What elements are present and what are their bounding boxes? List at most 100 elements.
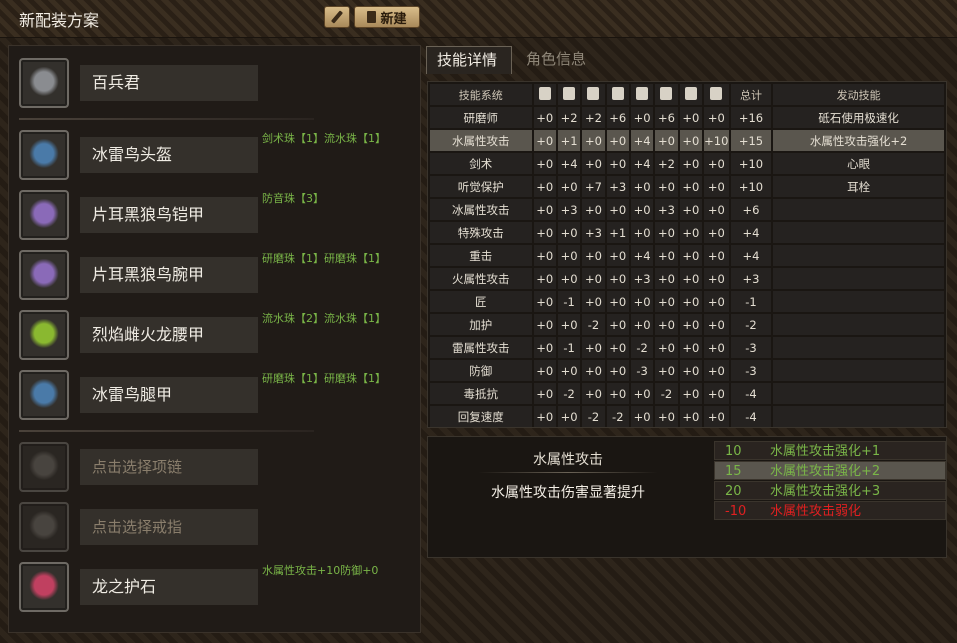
equipment-icon-frame[interactable]: [19, 130, 69, 180]
skill-point-cell: +0: [679, 107, 702, 128]
table-row[interactable]: 毒抵抗 +0 -2 +0 +0 +0 -2 +0 +0 -4: [430, 383, 944, 404]
equipment-name[interactable]: 冰雷鸟头盔: [80, 137, 258, 173]
skill-name-cell: 防御: [430, 360, 532, 381]
skill-point-cell: +0: [533, 107, 556, 128]
equipment-slot[interactable]: 片耳黑狼鸟腕甲 研磨珠【1】研磨珠【1】: [19, 250, 419, 300]
table-row[interactable]: 特殊攻击 +0 +0 +3 +1 +0 +0 +0 +0 +4: [430, 222, 944, 243]
equipment-slot[interactable]: 点击选择戒指: [19, 502, 419, 552]
skill-name-cell: 雷属性攻击: [430, 337, 532, 358]
skill-point-cell: +0: [655, 268, 678, 289]
new-button[interactable]: 新建: [354, 6, 420, 28]
table-row[interactable]: 水属性攻击 +0 +1 +0 +0 +4 +0 +0 +10 +15 水属性攻击强化+2: [430, 130, 944, 151]
equipment-icon-frame[interactable]: [19, 310, 69, 360]
equipment-name[interactable]: 片耳黑狼鸟铠甲: [80, 197, 258, 233]
equipment-name[interactable]: 龙之护石: [80, 569, 258, 605]
skill-detail-description: 水属性攻击伤害显著提升: [491, 485, 645, 501]
skill-point-cell: +0: [533, 314, 556, 335]
equipment-slot[interactable]: 冰雷鸟腿甲 研磨珠【1】研磨珠【1】: [19, 370, 419, 420]
header-total: 总计: [730, 84, 772, 105]
skill-point-cell: +0: [630, 222, 654, 243]
equipment-name[interactable]: 烈焰雌火龙腰甲: [80, 317, 258, 353]
page-title: 新配装方案: [19, 11, 100, 30]
skill-point-cell: +0: [606, 130, 629, 151]
table-row[interactable]: 重击 +0 +0 +0 +0 +4 +0 +0 +0 +4: [430, 245, 944, 266]
equipment-slot[interactable]: 龙之护石 水属性攻击+10防御+0: [19, 562, 419, 612]
weapon-icon: [538, 86, 551, 100]
table-row[interactable]: 研磨师 +0 +2 +2 +6 +0 +6 +0 +0 +16 砥石使用极速化: [430, 107, 944, 128]
tab-character-info[interactable]: 角色信息: [516, 46, 596, 74]
total-cell: +4: [730, 222, 772, 243]
active-skill-cell: [773, 291, 944, 312]
equipment-name[interactable]: 冰雷鸟腿甲: [80, 377, 258, 413]
skill-point-cell: +4: [630, 245, 654, 266]
chest-icon: [587, 86, 600, 100]
decoration-text: 水属性攻击+10防御+0: [262, 564, 379, 577]
tab-skill-details[interactable]: 技能详情: [426, 46, 512, 74]
total-cell: -4: [730, 406, 772, 427]
equipment-name[interactable]: 点击选择项链: [80, 449, 258, 485]
skill-point-cell: +0: [557, 176, 581, 197]
equipment-slot[interactable]: 点击选择项链: [19, 442, 419, 492]
skill-point-cell: +0: [533, 130, 556, 151]
active-skill-cell: [773, 222, 944, 243]
level-effect: 水属性攻击弱化: [770, 504, 862, 519]
equipment-icon-frame[interactable]: [19, 442, 69, 492]
table-row[interactable]: 回复速度 +0 +0 -2 -2 +0 +0 +0 +0 -4: [430, 406, 944, 427]
table-row[interactable]: 听觉保护 +0 +0 +7 +3 +0 +0 +0 +0 +10 耳栓: [430, 176, 944, 197]
divider: [478, 472, 658, 473]
skill-point-cell: +0: [703, 199, 729, 220]
decoration-text: 研磨珠【1】研磨珠【1】: [262, 252, 386, 265]
equipment-icon-frame[interactable]: [19, 370, 69, 420]
equipment-slot[interactable]: 片耳黑狼鸟铠甲 防音珠【3】: [19, 190, 419, 240]
skill-point-cell: +0: [703, 176, 729, 197]
equipment-name[interactable]: 点击选择戒指: [80, 509, 258, 545]
skill-point-cell: +0: [557, 222, 581, 243]
skill-point-cell: +0: [630, 107, 654, 128]
skill-point-cell: +0: [557, 360, 581, 381]
skill-point-cell: +0: [606, 245, 629, 266]
equipment-name[interactable]: 片耳黑狼鸟腕甲: [80, 257, 258, 293]
equipment-icon-frame[interactable]: [19, 58, 69, 108]
skill-point-cell: +0: [630, 176, 654, 197]
skill-name-cell: 研磨师: [430, 107, 532, 128]
header-weapon-icon: [533, 84, 556, 105]
equipment-slot[interactable]: 百兵君: [19, 58, 419, 108]
skill-point-cell: -2: [630, 337, 654, 358]
equipment-icon-frame[interactable]: [19, 562, 69, 612]
table-row[interactable]: 匠 +0 -1 +0 +0 +0 +0 +0 +0 -1: [430, 291, 944, 312]
table-row[interactable]: 防御 +0 +0 +0 +0 -3 +0 +0 +0 -3: [430, 360, 944, 381]
skill-level-row: 10 水属性攻击强化+1: [714, 441, 946, 460]
header-ring-icon: [703, 84, 729, 105]
equipment-icon-frame[interactable]: [19, 250, 69, 300]
table-row[interactable]: 雷属性攻击 +0 -1 +0 +0 -2 +0 +0 +0 -3: [430, 337, 944, 358]
skill-point-cell: +0: [533, 245, 556, 266]
level-effect: 水属性攻击强化+1: [770, 444, 881, 459]
skill-point-cell: +0: [679, 383, 702, 404]
equipment-icon-frame[interactable]: [19, 190, 69, 240]
skill-point-cell: +0: [679, 360, 702, 381]
table-row[interactable]: 火属性攻击 +0 +0 +0 +0 +3 +0 +0 +0 +3: [430, 268, 944, 289]
table-row[interactable]: 加护 +0 +0 -2 +0 +0 +0 +0 +0 -2: [430, 314, 944, 335]
total-cell: -2: [730, 314, 772, 335]
skill-point-cell: +0: [679, 337, 702, 358]
edit-button[interactable]: [324, 6, 350, 28]
equipment-icon-frame[interactable]: [19, 502, 69, 552]
skill-point-cell: +0: [655, 222, 678, 243]
active-skill-cell: [773, 337, 944, 358]
new-button-label: 新建: [380, 11, 407, 27]
equipment-name[interactable]: 百兵君: [80, 65, 258, 101]
total-cell: +10: [730, 176, 772, 197]
table-row[interactable]: 冰属性攻击 +0 +3 +0 +0 +0 +3 +0 +0 +6: [430, 199, 944, 220]
skill-point-cell: +0: [679, 176, 702, 197]
skill-point-cell: +0: [582, 337, 605, 358]
skill-point-cell: +0: [533, 360, 556, 381]
table-row[interactable]: 剑术 +0 +4 +0 +0 +4 +2 +0 +0 +10 心眼: [430, 153, 944, 174]
equipment-slot[interactable]: 烈焰雌火龙腰甲 流水珠【2】流水珠【1】: [19, 310, 419, 360]
skill-point-cell: +0: [630, 199, 654, 220]
total-cell: -1: [730, 291, 772, 312]
equipment-slot[interactable]: 冰雷鸟头盔 剑术珠【1】流水珠【1】: [19, 130, 419, 180]
skill-point-cell: +0: [655, 291, 678, 312]
skill-point-cell: +0: [582, 268, 605, 289]
header-arms-icon: [606, 84, 629, 105]
decoration-text: 剑术珠【1】流水珠【1】: [262, 132, 386, 145]
